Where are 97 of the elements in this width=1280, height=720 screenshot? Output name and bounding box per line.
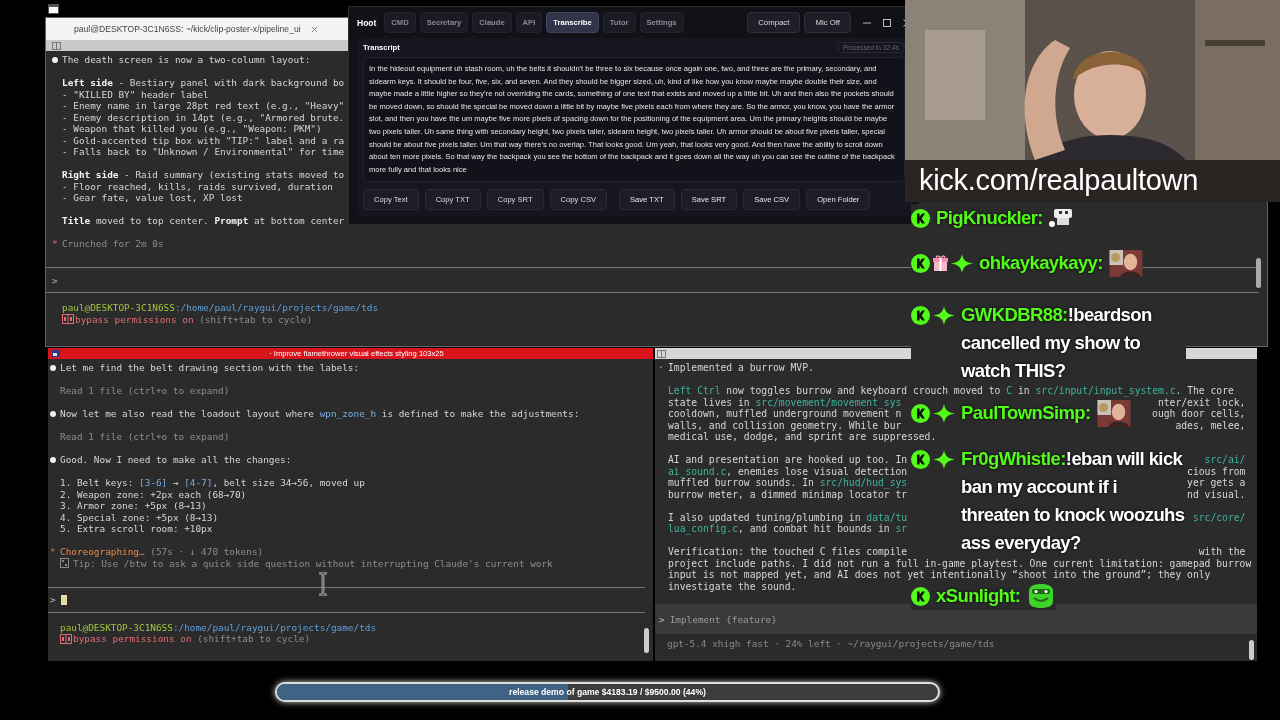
window-title: paul@DESKTOP-3C1N6SS: ~/kick/clip-poster-x/pipeline_ui [74, 24, 301, 34]
chat-message: GWKDBR88:!beardson cancelled my show to watch THIS? [961, 303, 1153, 383]
bullet-icon [52, 56, 58, 63]
terminal-text: muffled burrow sounds. In src/hud/hud_sys [668, 477, 908, 488]
terminal-line: Read 1 file (ctrl+o to expand) [60, 431, 230, 443]
terminal-text: nd visual. [1187, 488, 1246, 500]
marker: * [52, 238, 59, 250]
terminal-line: 4. Special zone: +5px (8→13) [60, 511, 219, 523]
chat-message: Fr0gWhistle:!eban will kick ban my account if i threaten to knock woozuhs ass everyday? [961, 447, 1186, 555]
terminal-text: src/core/ [1192, 511, 1246, 523]
platform-badge-icon [911, 253, 930, 273]
terminal-text: cooldown, muffled underground movement n [668, 408, 902, 419]
tip-icon [60, 558, 69, 569]
platform-badge-icon [911, 305, 930, 325]
permission-icon [60, 633, 72, 644]
bullet-icon [50, 364, 56, 371]
terminal-line: - Gold-accented tip box with "TIP:" label and a ra [62, 134, 345, 146]
terminal-line: lua_config.c, and combat hit bounds in sr [668, 523, 908, 535]
channel-url: kick.com/realpaultown [919, 164, 1198, 197]
terminal-line: Right side - Raid summary (existing stats moved to [62, 169, 345, 181]
terminal-text: Verification: the touched C files compile [668, 546, 908, 557]
split-pane-icon[interactable] [657, 349, 666, 358]
sparkle-icon [933, 305, 955, 325]
terminal-line: Tip: Use /btw to ask a quick side question without interrupting Claude's current work [73, 557, 553, 569]
terminal-line: Good. Now I need to make all the changes: [60, 454, 292, 466]
window-icon[interactable] [48, 4, 59, 14]
terminal-line: bypass permissions on (shift+tab to cycle) [75, 313, 313, 325]
marker: · [658, 362, 665, 374]
terminal-line: Choreographing… (57s · ↓ 470 tokens) [60, 546, 264, 558]
platform-badge-icon [911, 586, 930, 606]
terminal-text: state lives in src/movement/movement_sys [668, 396, 902, 408]
terminal-line: - Floor reached, kills, raids survived, duration [62, 180, 333, 192]
scrollbar[interactable] [1256, 258, 1261, 288]
terminal-line: 3. Armor zone: +5px (8→13) [60, 500, 207, 512]
terminal-line: Title moved to top center. Prompt at bottom center [62, 215, 345, 227]
progress-label: release demo of game $4183.19 / $9500.00 (44%) [509, 687, 706, 697]
terminal-text: ai_sound.c, enemies lose visual detection [668, 465, 908, 477]
terminal-text: ades, melee, [1175, 419, 1246, 431]
terminal-text: with the [1198, 546, 1246, 558]
terminal-line: input is not mapped yet, and AI does not yet intentionally “shoot into the ground”; they only [668, 569, 1211, 581]
terminal-line: - "KILLED BY" header label [62, 88, 209, 100]
terminal-line: 1. Belt keys: [3-6] → [4-7], belt size 34→56, moved up [60, 477, 365, 489]
terminal-text: cious from [1187, 465, 1246, 477]
terminal-text: src/ai/ [1204, 454, 1246, 466]
terminal-line: medical use, dodge, and sprint are suppressed. [668, 431, 937, 443]
scrollbar[interactable] [644, 628, 649, 653]
split-pane-icon[interactable] [52, 41, 61, 50]
marker: * [50, 546, 57, 558]
app-name: Hoot [357, 17, 377, 28]
sparkle-icon [933, 449, 955, 469]
terminal-text: ough door cells, [1152, 408, 1246, 420]
terminal-line: bypass permissions on (shift+tab to cycle) [73, 633, 311, 645]
sparkle-icon [933, 403, 955, 423]
terminal-line: investigate the sound. [668, 580, 797, 592]
terminal-line: Left side - Bestiary panel with dark background bo [62, 77, 345, 89]
terminal-line: The death screen is now a two-column layout: [62, 54, 311, 66]
status-line: gpt-5.4 xhigh fast · 24% left · ~/raygui/projects/game/tds [666, 637, 996, 649]
scrollbar[interactable] [1249, 640, 1254, 660]
terminal-line: Now let me also read the loadout layout where wpn_zone_h is defined to make the adjustments: [60, 408, 580, 420]
maximize-icon[interactable] [883, 18, 891, 27]
terminal-line: paul@DESKTOP-3C1N6SS:/home/paul/raygui/projects/game/tds [62, 302, 379, 314]
terminal-text: yer gets a [1187, 477, 1246, 489]
chat-message: PigKnuckler: [936, 206, 1043, 230]
platform-badge-icon [911, 449, 930, 469]
terminal-icon [52, 350, 60, 357]
terminal-text: burrow meter, a dimmed minimap locator tr [668, 488, 908, 500]
permission-icon [62, 314, 74, 325]
bullet-icon [50, 410, 56, 417]
terminal-line: Read 1 file (ctrl+o to expand) [60, 385, 230, 397]
platform-badge-icon [911, 403, 930, 423]
terminal-line: Let me find the belt drawing section with the labels: [60, 362, 360, 374]
terminal-line: 2. Weapon zone: +2px each (68→70) [60, 488, 247, 500]
chat-message: PaulTownSimp: [961, 401, 1091, 425]
terminal-text: walls, and collision geometry. While bur [668, 419, 902, 431]
terminal-text: nter/exit lock, [1157, 396, 1246, 408]
sparkle-icon [951, 253, 973, 273]
terminal-line: - Gear fate, value lost, XP lost [62, 192, 243, 204]
bullet-icon [50, 456, 56, 463]
chat-message: ohkaykaykayy: [979, 251, 1103, 275]
command-prompt[interactable]: > [50, 594, 67, 605]
terminal-line: - Weapon that killed you (e.g., "Weapon: PKM") [62, 123, 322, 135]
command-prompt[interactable]: > [52, 274, 69, 286]
terminal-line: Crunched for 2m 0s [62, 238, 164, 250]
gift-icon [933, 255, 948, 271]
terminal-tab[interactable]: paul@DESKTOP-3C1N6SS: ~/kick/clip-poster-x/pipeline_ui [46, 18, 348, 40]
terminal-line: paul@DESKTOP-3C1N6SS:/home/paul/raygui/projects/game/tds [60, 621, 377, 633]
terminal-line: project include paths. I did not run a full in-game playtest. One current limitation: gamepad burrow [668, 557, 1252, 569]
text-cursor-icon [318, 572, 328, 596]
terminal-text: I also updated tuning/plumbing in data/tu [668, 511, 908, 523]
terminal-line: 5. Extra scroll room: +10px [60, 523, 213, 535]
close-icon[interactable] [310, 25, 318, 33]
terminal-line: Implemented a burrow MVP. [668, 362, 814, 374]
terminal-text: AI and presentation are hooked up too. In [668, 454, 908, 465]
terminal-line: - Enemy name in large 28pt red text (e.g., "Heavy" [62, 100, 345, 112]
terminal-line: - Enemy description in 14pt (e.g., "Armored brute. [62, 111, 345, 123]
terminal-line: - Falls back to "Unknown / Environmental" for time [62, 146, 345, 158]
terminal-line: Left Ctrl now toggles burrow and keyboard crouch moved to C in src/input/input_system.c. The core [668, 385, 1234, 397]
